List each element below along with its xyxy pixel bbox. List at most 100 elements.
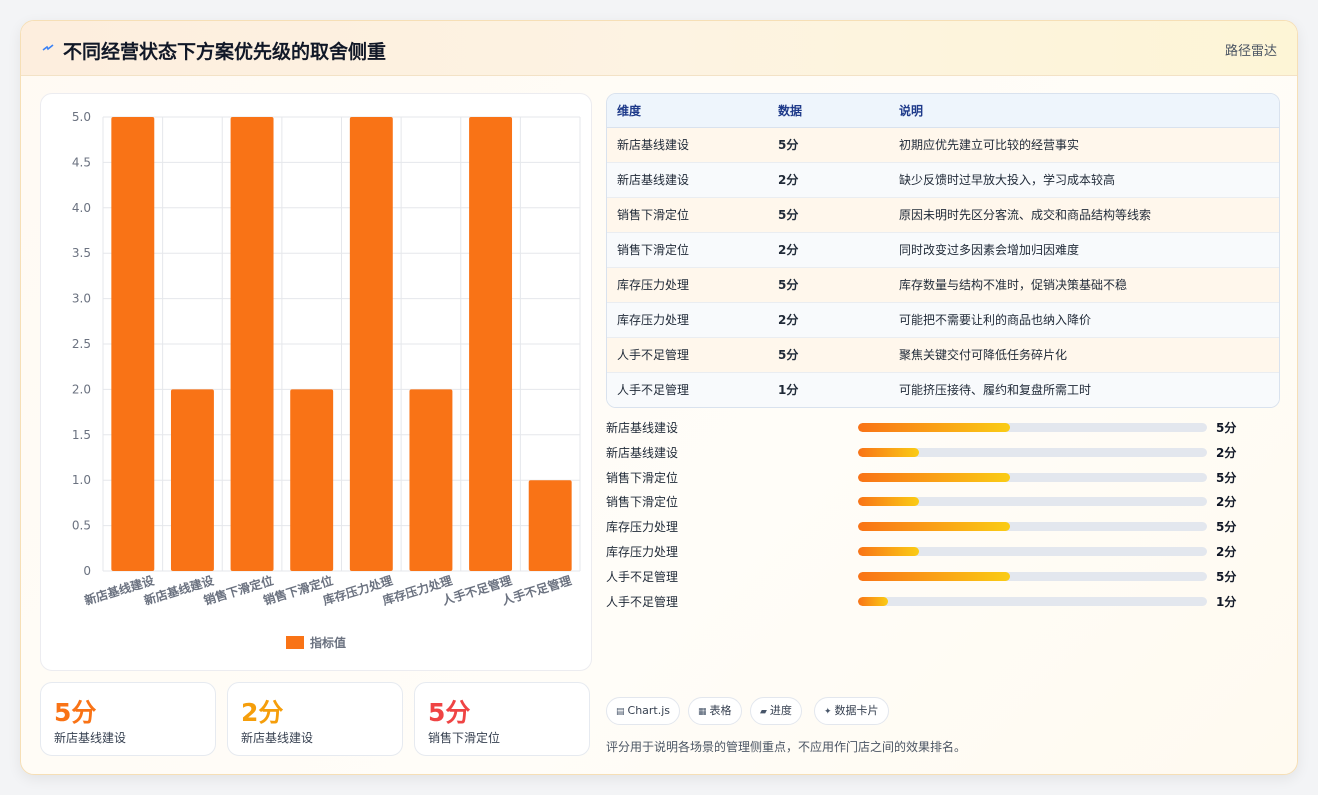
chip-label: 数据卡片: [834, 704, 879, 717]
y-tick-label: 5.0: [72, 110, 91, 124]
progress-fill: [858, 571, 1010, 581]
progress-value: 5分: [1216, 421, 1237, 435]
table-cell: 同时改变过多因素会增加归因难度: [889, 231, 1279, 267]
table-cell: 可能把不需要让利的商品也纳入降价: [889, 301, 1279, 337]
progress-fill: [858, 447, 919, 457]
table-header-row: 维度 数据 说明: [607, 94, 1279, 128]
table-row: 新店基线建设 2分 缺少反馈时过早放大投入，学习成本较高: [607, 161, 1279, 197]
table-row: 库存压力处理 2分 可能把不需要让利的商品也纳入降价: [607, 301, 1279, 337]
kpi-card: 5分 销售下滑定位: [414, 682, 590, 756]
progress-label: 库存压力处理: [606, 545, 679, 559]
y-tick-label: 2.0: [72, 382, 91, 396]
y-tick-label: 1.0: [72, 473, 91, 487]
y-tick-label: 0.5: [72, 519, 91, 533]
y-tick-label: 4.5: [72, 155, 91, 169]
progress-row: 人手不足管理 1分: [606, 591, 1280, 611]
progress-fill: [858, 423, 1010, 432]
progress-value: 1分: [1216, 594, 1237, 609]
table-row: 人手不足管理 1分 可能挤压接待、履约和复盘所需工时: [607, 371, 1279, 407]
chip-chartjs[interactable]: ▤ Chart.js: [606, 697, 681, 725]
table-cell: 新店基线建设: [607, 127, 768, 162]
kpi-value: 5分: [428, 698, 471, 727]
table-cell: 2分: [768, 161, 889, 197]
kpi-label: 新店基线建设: [241, 731, 314, 745]
progress-label: 销售下滑定位: [606, 495, 679, 510]
lightning-icon: [42, 44, 54, 51]
legend-swatch: [286, 636, 304, 649]
chip-progress[interactable]: ▰ 进度: [750, 697, 802, 725]
table-cell: 库存压力处理: [607, 301, 768, 337]
progress-fill: [858, 472, 1010, 482]
kpi-value: 5分: [54, 698, 97, 727]
table-row: 销售下滑定位 5分 原因未明时先区分客流、成交和商品结构等线索: [607, 196, 1279, 232]
chip-data-card[interactable]: ✦ 数据卡片: [814, 697, 889, 725]
progress-value: 5分: [1216, 470, 1237, 485]
progress-value: 2分: [1216, 495, 1237, 510]
table-cell: 库存压力处理: [607, 266, 768, 302]
chip-label: 进度: [769, 704, 792, 717]
legend-label: 指标值: [310, 635, 346, 650]
table-cell: 聚焦关键交付可降低任务碎片化: [889, 336, 1279, 372]
sparkle-icon: ✦: [824, 707, 832, 717]
progress-track: [858, 547, 1207, 556]
progress-row: 销售下滑定位 2分: [606, 491, 1280, 511]
progress-track: [858, 522, 1207, 532]
bar-1: [111, 117, 155, 571]
progress-row: 人手不足管理 5分: [606, 566, 1280, 586]
kpi-card: 5分 新店基线建设: [40, 682, 216, 756]
table-cell: 库存数量与结构不准时，促销决策基础不稳: [889, 266, 1279, 302]
bar-7: [469, 117, 513, 571]
progress-label: 人手不足管理: [606, 569, 679, 584]
kpi-label: 销售下滑定位: [428, 731, 501, 745]
bar-3: [230, 117, 274, 571]
footnote: 评分用于说明各场景的管理侧重点，不应用作门店之间的效果排名。: [606, 740, 967, 754]
bar-chart-panel: 0 0.5 1.0 1.5 2.0 2.5 3.0 3.5 4.0 4.5 5.0 新店基线建设 新店基…: [40, 93, 592, 671]
column-header: 说明: [889, 94, 1279, 128]
data-table: 维度 数据 说明 新店基线建设 5分 初期应优先建立可比较的经营事实 新店基线建设 2分…: [606, 93, 1280, 408]
table-row: 人手不足管理 5分 聚焦关键交付可降低任务碎片化: [607, 336, 1279, 372]
chip-label: Chart.js: [627, 704, 671, 717]
table-row: 新店基线建设 5分 初期应优先建立可比较的经营事实: [607, 127, 1279, 162]
table-cell: 5分: [768, 266, 889, 302]
progress-row: 库存压力处理 2分: [606, 541, 1280, 561]
table-row: 库存压力处理 5分 库存数量与结构不准时，促销决策基础不稳: [607, 266, 1279, 302]
bar-4: [290, 389, 334, 571]
y-tick-label: 0: [83, 564, 91, 578]
table-cell: 人手不足管理: [607, 371, 768, 407]
table-cell: 1分: [768, 371, 889, 407]
progress-track: [858, 497, 1207, 507]
table-cell: 销售下滑定位: [607, 196, 768, 232]
progress-track: [858, 596, 1207, 606]
progress-fill: [858, 497, 919, 507]
header-tag[interactable]: 路径雷达: [1225, 40, 1277, 59]
progress-track: [858, 423, 1207, 432]
bar-2: [170, 389, 214, 571]
progress-fill: [858, 547, 919, 556]
kpi-label: 新店基线建设: [54, 731, 127, 745]
progress-label: 销售下滑定位: [606, 470, 679, 485]
progress-row: 库存压力处理 5分: [606, 516, 1280, 536]
column-header: 数据: [768, 94, 889, 128]
bar-8: [528, 480, 572, 571]
table-row: 销售下滑定位 2分 同时改变过多因素会增加归因难度: [607, 231, 1279, 267]
progress-track: [858, 571, 1207, 581]
chart-icon: ▤: [616, 707, 625, 717]
bar-6: [409, 389, 453, 571]
progress-value: 2分: [1216, 445, 1237, 460]
table-cell: 原因未明时先区分客流、成交和商品结构等线索: [889, 196, 1279, 232]
table-cell: 人手不足管理: [607, 336, 768, 372]
kpi-value: 2分: [241, 698, 284, 727]
progress-value: 2分: [1216, 545, 1237, 559]
page-title: 不同经营状态下方案优先级的取舍侧重: [63, 41, 387, 63]
table-icon: ▦: [698, 707, 707, 717]
progress-fill: [858, 596, 889, 606]
y-tick-label: 1.5: [72, 428, 91, 442]
bar-chart: 00.51.01.52.02.53.03.54.04.55.0新店基线建设新店基…: [72, 110, 581, 650]
chip-table[interactable]: ▦ 表格: [688, 697, 742, 725]
table-cell: 5分: [768, 127, 889, 162]
progress-value: 5分: [1216, 520, 1237, 535]
y-tick-label: 3.0: [72, 292, 91, 306]
kpi-card: 2分 新店基线建设: [227, 682, 403, 756]
progress-label: 人手不足管理: [606, 594, 679, 609]
dashboard-card: 不同经营状态下方案优先级的取舍侧重 路径雷达 0 0.5 1.0 1.5 2.0 2.5 3…: [20, 20, 1298, 775]
